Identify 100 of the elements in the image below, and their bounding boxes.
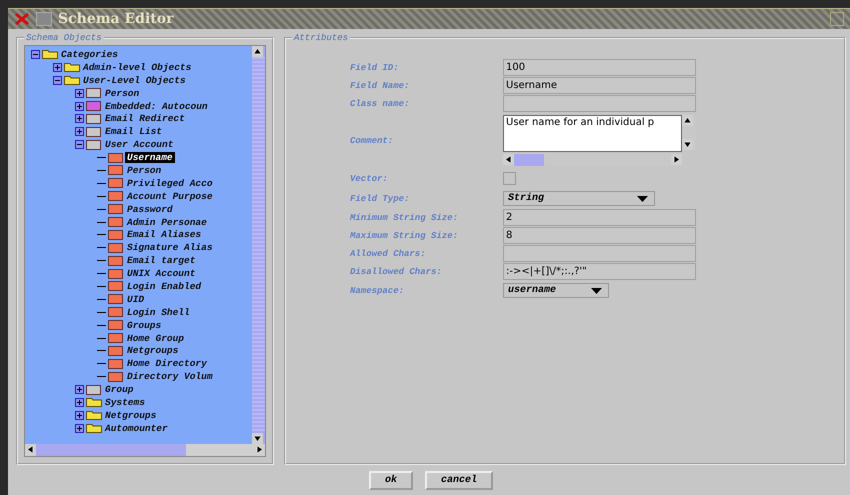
node-icon: [108, 372, 124, 382]
expander-icon[interactable]: [75, 424, 84, 433]
folder-icon: [42, 49, 58, 60]
field-label: Namespace:: [350, 286, 406, 296]
tree-item[interactable]: Username: [125, 152, 175, 164]
node-icon: [108, 217, 124, 228]
node-icon: [86, 114, 102, 124]
tree-item[interactable]: Privileged Acco: [125, 178, 215, 189]
field-label: Vector:: [350, 174, 389, 184]
folder-icon: [86, 423, 102, 434]
input-field[interactable]: 100: [503, 59, 696, 76]
cancel-button[interactable]: cancel: [425, 470, 494, 490]
tree-item[interactable]: Email Aliases: [125, 229, 204, 240]
tree-item[interactable]: Login Shell: [125, 306, 192, 318]
tree-item[interactable]: Email Redirect: [103, 113, 187, 124]
tree-item[interactable]: Home Group: [125, 332, 186, 344]
node-icon: [108, 268, 124, 279]
tree-item[interactable]: Password: [125, 204, 175, 215]
expander-icon[interactable]: [75, 127, 84, 136]
field-label: Maximum String Size:: [350, 230, 460, 240]
expander-icon[interactable]: [75, 102, 84, 110]
node-icon: [86, 384, 102, 395]
vertical-scrollbar[interactable]: [682, 115, 696, 150]
field-label: Minimum String Size:: [350, 212, 460, 222]
tree-item[interactable]: Signature Alias: [125, 242, 215, 254]
tree-item[interactable]: Admin-level Objects: [81, 62, 194, 73]
expander-icon[interactable]: [75, 385, 84, 394]
node-icon: [108, 307, 124, 318]
caret-icon: [637, 196, 648, 202]
tree-item[interactable]: Person: [125, 164, 164, 176]
input-field[interactable]: Username: [503, 77, 696, 94]
tree-item[interactable]: Systems: [103, 396, 147, 408]
expander-icon[interactable]: [75, 140, 84, 150]
node-icon: [108, 165, 124, 176]
expander-icon[interactable]: [31, 50, 40, 59]
expander-icon[interactable]: [75, 114, 84, 124]
node-icon: [108, 230, 124, 240]
node-icon: [108, 320, 124, 330]
vertical-scrollbar[interactable]: [252, 46, 265, 444]
tree-item[interactable]: Admin Personae: [125, 216, 209, 228]
node-icon: [86, 88, 102, 98]
folder-icon: [64, 62, 80, 72]
expander-icon[interactable]: [75, 398, 84, 407]
tree-item[interactable]: Netgroups: [125, 345, 180, 356]
node-icon: [108, 178, 124, 188]
tree-item[interactable]: Home Directory: [125, 358, 209, 370]
node-icon: [108, 191, 124, 202]
tree-item[interactable]: Group: [103, 384, 136, 396]
tree-item[interactable]: Netgroups: [103, 410, 158, 421]
tree-item[interactable]: Directory Volum: [125, 371, 215, 382]
expander-icon[interactable]: [75, 88, 84, 98]
field-label: Allowed Chars:: [350, 248, 427, 258]
node-icon: [86, 126, 102, 137]
tree-item[interactable]: User Account: [103, 139, 176, 150]
input-field[interactable]: [503, 95, 696, 112]
tree-item[interactable]: UID: [125, 294, 146, 305]
input-field[interactable]: 2: [503, 209, 696, 226]
tree-item[interactable]: User-Level Objects: [81, 74, 188, 86]
field-label: Field ID:: [350, 62, 400, 72]
input-field[interactable]: :-><|+[]\/*;:.,?'": [503, 263, 696, 280]
dropdown[interactable]: String: [503, 191, 655, 206]
node-icon: [108, 242, 124, 253]
node-icon: [86, 101, 102, 111]
tree-item[interactable]: Groups: [125, 320, 164, 331]
tree-item[interactable]: Email List: [103, 126, 164, 138]
field-label: Class name:: [350, 98, 410, 108]
tree-item[interactable]: Login Enabled: [125, 280, 204, 292]
checkbox[interactable]: [503, 172, 516, 185]
tree-item[interactable]: Email target: [125, 255, 198, 266]
horizontal-scrollbar[interactable]: [503, 154, 682, 166]
dropdown[interactable]: username: [503, 283, 609, 298]
field-label: Comment:: [350, 136, 394, 146]
caret-icon: [591, 288, 602, 294]
folder-icon: [86, 410, 102, 420]
expander-icon[interactable]: [53, 76, 62, 85]
node-icon: [108, 204, 124, 214]
horizontal-scrollbar[interactable]: [25, 444, 265, 456]
node-icon: [108, 256, 124, 266]
tree-item[interactable]: Person: [103, 88, 142, 99]
tree-item[interactable]: UNIX Account: [125, 268, 198, 280]
tree-item[interactable]: Categories: [59, 48, 120, 60]
input-field[interactable]: 8: [503, 227, 696, 244]
panel-title: Attributes: [292, 33, 350, 43]
node-icon: [108, 346, 124, 356]
tree-item[interactable]: Automounter: [103, 422, 170, 434]
field-label: Field Name:: [350, 80, 410, 90]
node-icon: [108, 281, 124, 292]
input-field[interactable]: [503, 245, 696, 262]
node-icon: [108, 294, 124, 304]
panel-title: Schema Objects: [25, 33, 103, 43]
node-icon: [108, 333, 124, 344]
folder-icon: [86, 397, 102, 408]
folder-icon: [64, 75, 80, 86]
expander-icon[interactable]: [75, 410, 84, 420]
tree-item[interactable]: Embedded: Autocoun: [103, 100, 210, 112]
node-icon: [108, 152, 124, 163]
tree-item[interactable]: Account Purpose: [125, 190, 215, 202]
expander-icon[interactable]: [53, 62, 62, 72]
comment-field[interactable]: User name for an individual p: [503, 115, 682, 152]
ok-button[interactable]: ok: [368, 470, 413, 490]
